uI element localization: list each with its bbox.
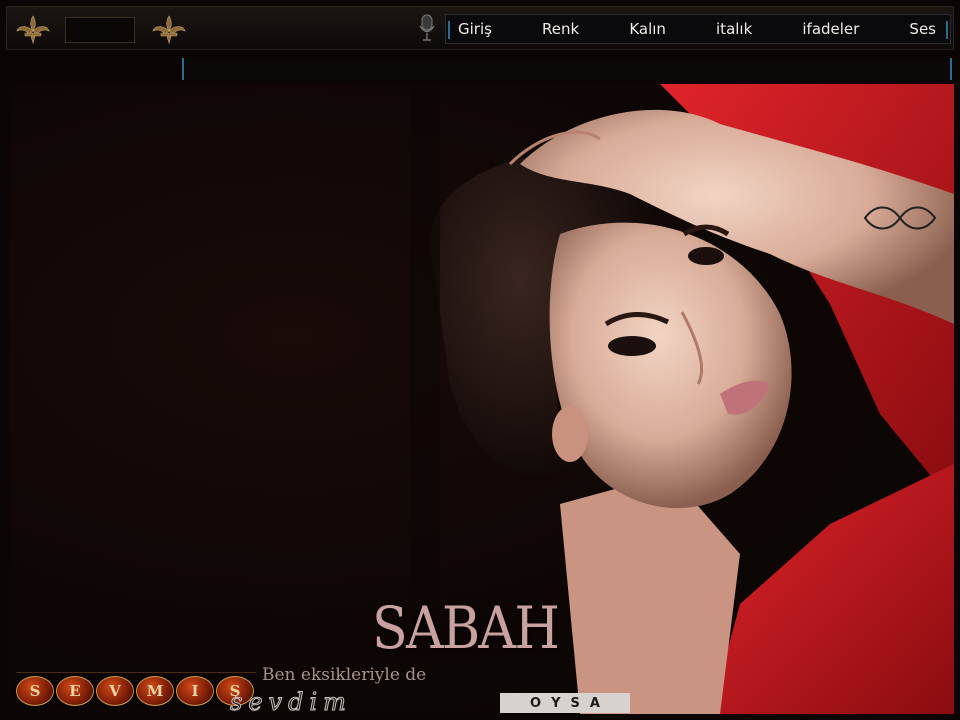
artwork-title: SABAH: [372, 594, 560, 662]
main-menu: Giriş Renk Kalın italık ifadeler Ses: [445, 14, 951, 44]
bead-letter: I: [176, 676, 214, 706]
artwork-caption: Ben eksikleriyle de: [262, 665, 427, 685]
artwork-script: sevdim: [230, 688, 352, 717]
fleur-de-lis-icon: [147, 13, 191, 45]
message-bar[interactable]: [182, 58, 952, 80]
microphone-icon[interactable]: [417, 13, 437, 43]
menu-item-kalin[interactable]: Kalın: [629, 20, 666, 38]
page-frame: Giriş Renk Kalın italık ifadeler Ses SAB…: [0, 0, 960, 720]
bead-letter: M: [136, 676, 174, 706]
menu-item-ifadeler[interactable]: ifadeler: [802, 20, 859, 38]
menu-item-ses[interactable]: Ses: [909, 20, 936, 38]
oysa-letter: O: [530, 695, 542, 711]
decorative-divider: [16, 672, 256, 673]
menu-item-renk[interactable]: Renk: [542, 20, 579, 38]
top-toolbar: Giriş Renk Kalın italık ifadeler Ses: [6, 6, 954, 50]
bead-letter: V: [96, 676, 134, 706]
top-empty-box: [65, 17, 135, 43]
oysa-letter: S: [570, 695, 580, 711]
fleur-de-lis-icon: [11, 13, 55, 45]
oysa-letter: Y: [551, 695, 561, 711]
menu-item-giris[interactable]: Giriş: [458, 20, 492, 38]
bead-word: S E V M I Ş: [16, 676, 260, 708]
oysa-plate: O Y S A: [500, 693, 630, 713]
menu-item-italik[interactable]: italık: [716, 20, 752, 38]
bead-letter: E: [56, 676, 94, 706]
oysa-letter: A: [589, 695, 600, 711]
bead-letter: S: [16, 676, 54, 706]
